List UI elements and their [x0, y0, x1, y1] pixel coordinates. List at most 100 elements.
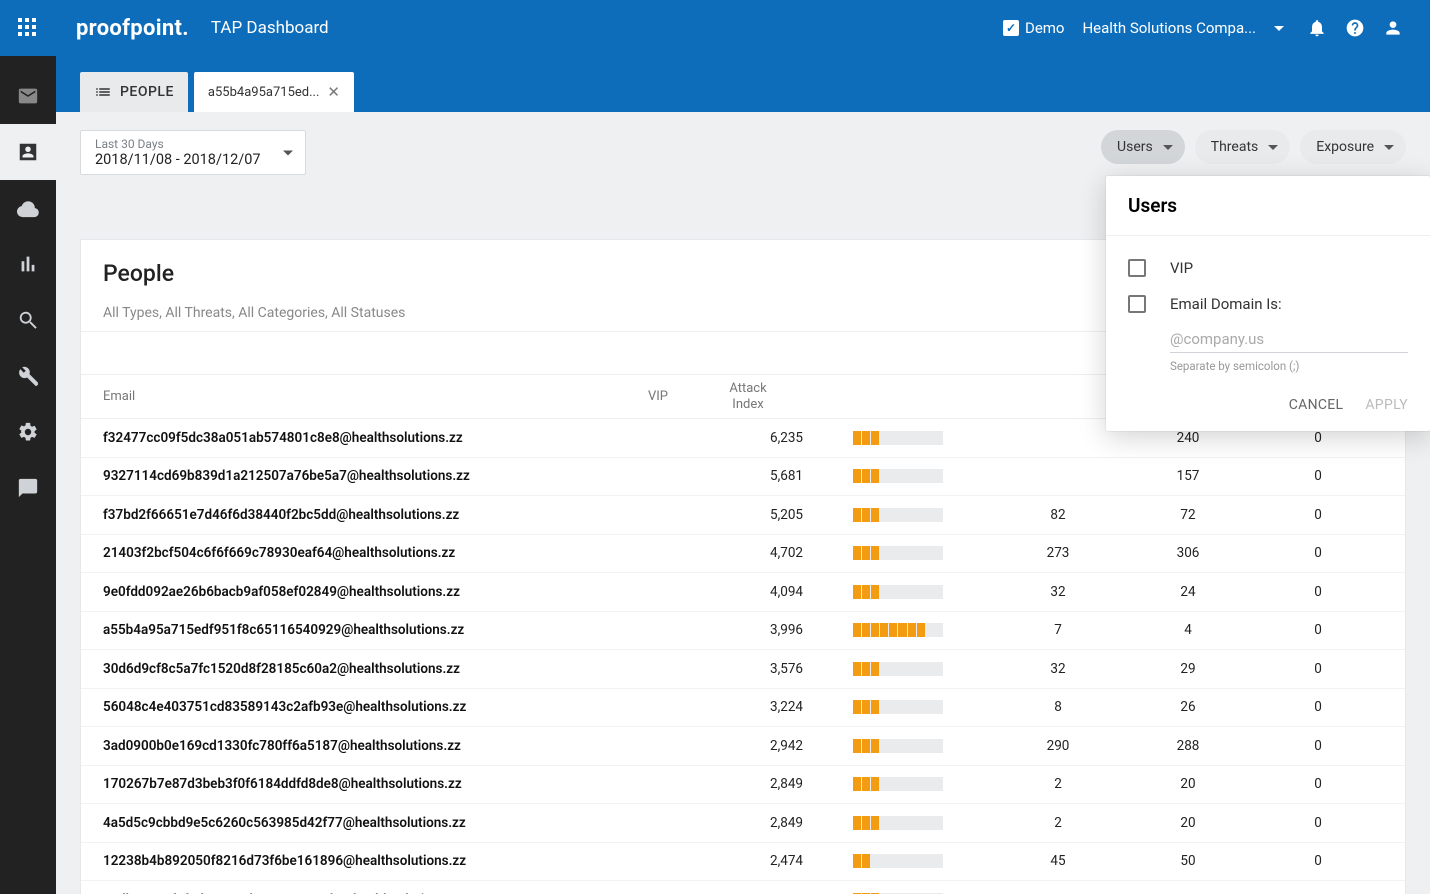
date-range-picker[interactable]: Last 30 Days 2018/11/08 - 2018/12/07: [80, 130, 306, 175]
cell-count: 82: [993, 507, 1123, 523]
cell-count: 8: [993, 699, 1123, 715]
cell-trend: [803, 469, 993, 483]
filter-threats[interactable]: Threats: [1195, 130, 1291, 164]
cell-count: 290: [993, 738, 1123, 754]
apply-button[interactable]: APPLY: [1365, 397, 1408, 413]
domain-input[interactable]: [1170, 326, 1408, 353]
cell-attack-index: 6,235: [693, 430, 803, 446]
user-icon[interactable]: [1374, 18, 1412, 38]
cell-clicks: 0: [1253, 738, 1383, 754]
chevron-down-icon: [283, 150, 293, 155]
table-row[interactable]: 4a5d5c9cbbd9e5c6260c563985d42f77@healths…: [81, 804, 1405, 843]
tab-hash[interactable]: a55b4a95a715ed... ✕: [194, 72, 354, 112]
table-row[interactable]: 9327114cd69b839d1a212507a76be5a7@healths…: [81, 458, 1405, 497]
cell-trend: [803, 508, 993, 522]
table-row[interactable]: e3db42a69f3f9d31293cbe8578456ad1@healths…: [81, 881, 1405, 894]
popover-title: Users: [1106, 176, 1430, 236]
cancel-button[interactable]: CANCEL: [1289, 397, 1344, 413]
domain-label: Email Domain Is:: [1170, 295, 1282, 313]
cell-trend: [803, 585, 993, 599]
th-attack-index[interactable]: AttackIndex: [693, 381, 803, 412]
cell-attack-index: 4,702: [693, 545, 803, 561]
chevron-down-icon: [1384, 145, 1394, 150]
cell-clicks: 0: [1253, 507, 1383, 523]
nav-search[interactable]: [0, 292, 56, 348]
tab-people[interactable]: PEOPLE: [80, 72, 188, 112]
table-row[interactable]: 170267b7e87d3beb3f0f6184ddfd8de8@healths…: [81, 766, 1405, 805]
cell-attack-index: 5,681: [693, 468, 803, 484]
cell-email: 56048c4e403751cd83589143c2afb93e@healths…: [103, 699, 623, 715]
cell-email: 3ad0900b0e169cd1330fc780ff6a5187@healths…: [103, 738, 623, 754]
vip-checkbox[interactable]: [1128, 259, 1146, 277]
cell-count: 273: [993, 545, 1123, 561]
nav-chat[interactable]: [0, 460, 56, 516]
demo-label: Demo: [1025, 19, 1065, 37]
table-row[interactable]: 56048c4e403751cd83589143c2afb93e@healths…: [81, 689, 1405, 728]
filter-exposure-label: Exposure: [1316, 139, 1374, 155]
demo-toggle[interactable]: ✓ Demo: [1003, 19, 1065, 37]
dashboard-title: TAP Dashboard: [211, 18, 329, 38]
brand-logo: proofpoint.: [76, 16, 189, 41]
cell-email: 12238b4b892050f8216d73f6be161896@healths…: [103, 853, 623, 869]
help-icon[interactable]: [1336, 18, 1374, 38]
cell-clicks: 0: [1253, 815, 1383, 831]
cell-clicks: 0: [1253, 776, 1383, 792]
table-row[interactable]: 21403f2bcf504c6f6f669c78930eaf64@healths…: [81, 535, 1405, 574]
table-row[interactable]: f37bd2f66651e7d46f6d38440f2bc5dd@healths…: [81, 496, 1405, 535]
table-row[interactable]: 12238b4b892050f8216d73f6be161896@healths…: [81, 843, 1405, 882]
nav-settings[interactable]: [0, 404, 56, 460]
cell-trend: [803, 431, 993, 445]
cell-attack-index: 3,576: [693, 661, 803, 677]
company-dropdown-icon[interactable]: [1260, 26, 1298, 31]
cell-attack-index: 3,996: [693, 622, 803, 638]
cell-count: 2: [993, 776, 1123, 792]
filter-users[interactable]: Users: [1101, 130, 1185, 164]
domain-checkbox[interactable]: [1128, 295, 1146, 313]
cell-clicks: 0: [1253, 430, 1383, 446]
trend-bars: [853, 508, 943, 522]
nav-analytics[interactable]: [0, 236, 56, 292]
cell-messages: 29: [1123, 661, 1253, 677]
cell-email: 21403f2bcf504c6f6f669c78930eaf64@healths…: [103, 545, 623, 561]
table-row[interactable]: 9e0fdd092ae26b6bacb9af058ef02849@healths…: [81, 573, 1405, 612]
cell-attack-index: 2,942: [693, 738, 803, 754]
cell-messages: 306: [1123, 545, 1253, 561]
filter-threats-label: Threats: [1211, 139, 1259, 155]
cell-messages: 288: [1123, 738, 1253, 754]
close-icon[interactable]: ✕: [327, 83, 340, 101]
bell-icon[interactable]: [1298, 18, 1336, 38]
cell-trend: [803, 546, 993, 560]
th-email[interactable]: Email: [103, 389, 623, 404]
th-vip[interactable]: VIP: [623, 389, 693, 404]
cell-email: a55b4a95a715edf951f8c65116540929@healths…: [103, 622, 623, 638]
cell-attack-index: 2,474: [693, 853, 803, 869]
cell-attack-index: 2,849: [693, 815, 803, 831]
nav-tools[interactable]: [0, 348, 56, 404]
cell-clicks: 0: [1253, 661, 1383, 677]
trend-bars: [853, 431, 943, 445]
trend-bars: [853, 816, 943, 830]
trend-bars: [853, 700, 943, 714]
vip-label: VIP: [1170, 259, 1193, 277]
chevron-down-icon: [1268, 145, 1278, 150]
nav-people[interactable]: [0, 124, 56, 180]
date-range-value: 2018/11/08 - 2018/12/07: [95, 151, 261, 168]
table-row[interactable]: 3ad0900b0e169cd1330fc780ff6a5187@healths…: [81, 727, 1405, 766]
nav-cloud[interactable]: [0, 180, 56, 236]
apps-grid-icon[interactable]: [18, 18, 38, 38]
cell-attack-index: 4,094: [693, 584, 803, 600]
cell-email: 9327114cd69b839d1a212507a76be5a7@healths…: [103, 468, 623, 484]
table-row[interactable]: 30d6d9cf8c5a7fc1520d8f28185c60a2@healths…: [81, 650, 1405, 689]
chevron-down-icon: [1163, 145, 1173, 150]
trend-bars: [853, 546, 943, 560]
cell-trend: [803, 623, 993, 637]
cell-messages: 50: [1123, 853, 1253, 869]
nav-mail[interactable]: [0, 68, 56, 124]
trend-bars: [853, 662, 943, 676]
cell-count: 32: [993, 584, 1123, 600]
cell-messages: 24: [1123, 584, 1253, 600]
filter-exposure[interactable]: Exposure: [1300, 130, 1406, 164]
trend-bars: [853, 585, 943, 599]
trend-bars: [853, 854, 943, 868]
table-row[interactable]: a55b4a95a715edf951f8c65116540929@healths…: [81, 612, 1405, 651]
